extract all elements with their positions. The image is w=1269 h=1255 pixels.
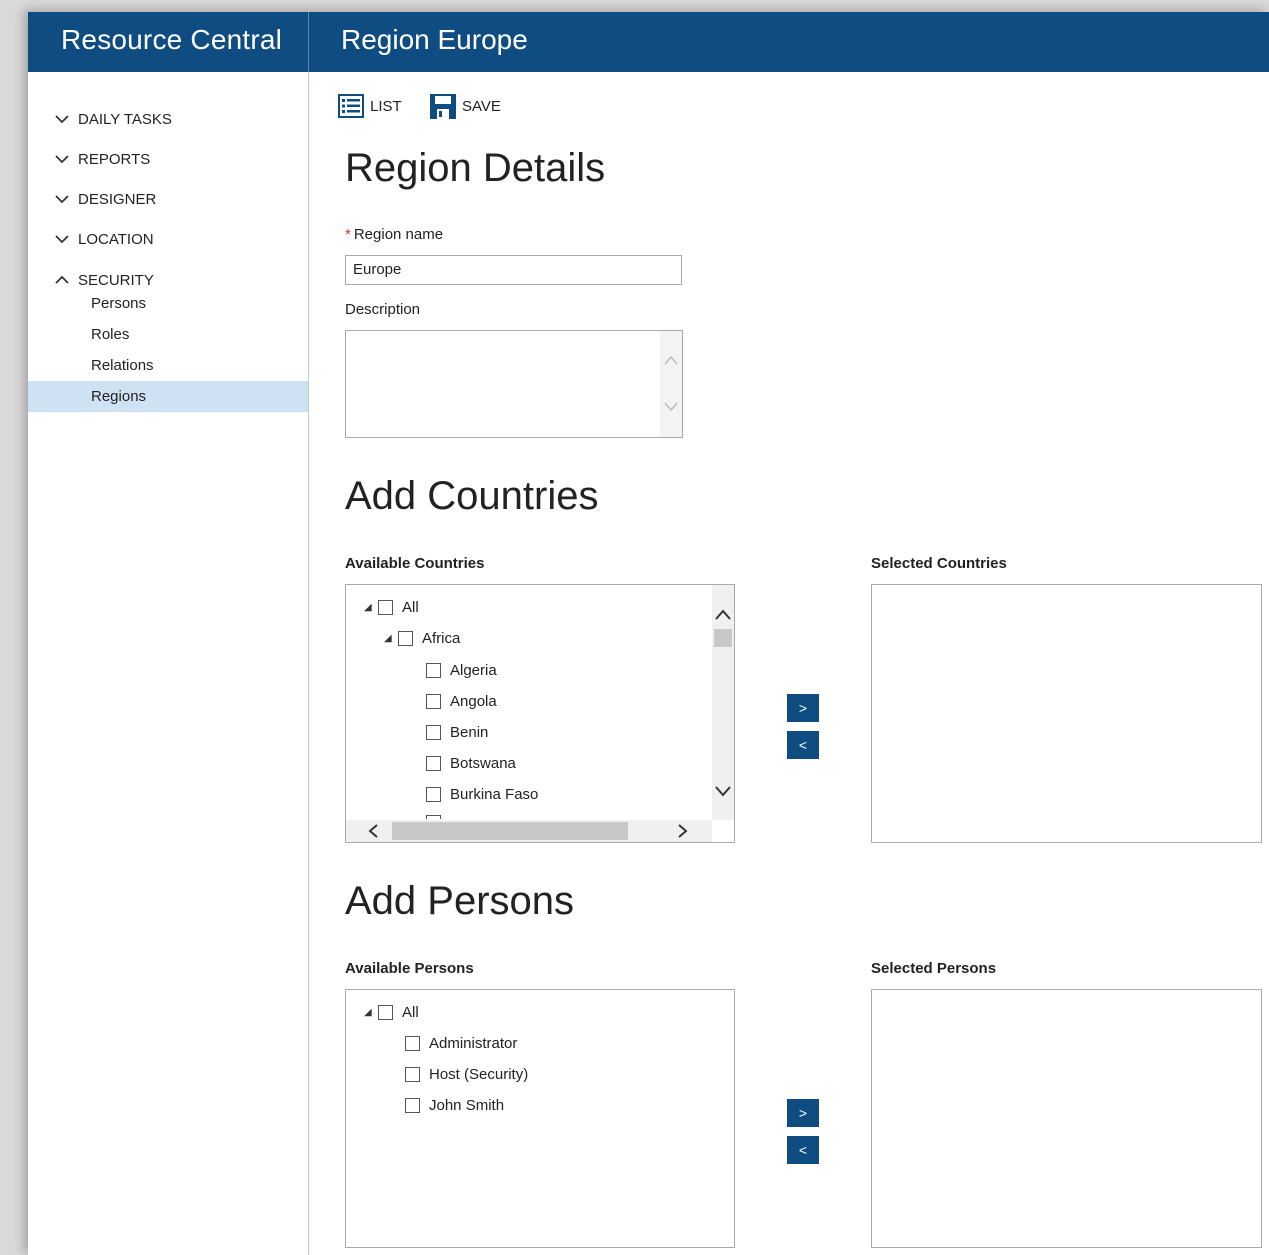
checkbox[interactable] [426, 786, 441, 802]
chevron-down-icon [55, 195, 69, 204]
selected-countries-label: Selected Countries [871, 555, 1007, 572]
sidebar-group-designer[interactable]: DESIGNER [55, 187, 156, 211]
tree-node-label: Africa [422, 629, 461, 647]
tree-node-all[interactable]: ◢ All [364, 1002, 419, 1022]
vertical-scrollbar[interactable] [712, 585, 734, 820]
tree-node-label: Burkina Faso [450, 785, 539, 803]
scrollbar-arrows [715, 609, 731, 797]
remove-country-button[interactable]: < [787, 731, 819, 759]
tree-node-label: Botswana [450, 754, 516, 772]
tree-node-person[interactable]: Administrator [405, 1033, 517, 1053]
sidebar-item-regions[interactable]: Regions [28, 381, 308, 412]
add-persons-heading: Add Persons [345, 879, 575, 923]
horizontal-scroll-thumb[interactable] [392, 822, 628, 840]
description-textarea[interactable] [345, 330, 683, 438]
chevron-down-icon [55, 155, 69, 164]
add-country-button[interactable]: > [787, 694, 819, 722]
checkbox[interactable] [378, 1004, 393, 1020]
sidebar-group-label: LOCATION [78, 230, 154, 248]
available-persons-label: Available Persons [345, 960, 474, 977]
sidebar-group-label: REPORTS [78, 150, 151, 168]
tree-node-label: Benin [450, 723, 489, 741]
region-name-label-text: Region name [353, 226, 444, 243]
selected-countries-list[interactable] [871, 584, 1262, 843]
selected-persons-list[interactable] [871, 989, 1262, 1248]
tree-node-country[interactable]: Botswana [426, 753, 516, 773]
checkbox[interactable] [426, 724, 441, 740]
horizontal-scrollbar[interactable] [346, 820, 712, 842]
tree-node-label: Algeria [450, 661, 497, 679]
tree-node-label: Administrator [429, 1034, 518, 1052]
sidebar-group-daily-tasks[interactable]: DAILY TASKS [55, 107, 172, 131]
tree-node-label: All [402, 1003, 419, 1021]
add-person-button[interactable]: > [787, 1099, 819, 1127]
checkbox[interactable] [405, 1097, 420, 1113]
available-persons-list[interactable]: ◢ All Administrator Host (Security) John… [345, 989, 735, 1248]
checkbox[interactable] [398, 630, 413, 646]
selected-persons-label: Selected Persons [871, 960, 997, 977]
tree-node-label: All [402, 598, 419, 616]
checkbox[interactable] [405, 1066, 420, 1082]
sidebar-item-roles[interactable]: Roles [28, 319, 308, 350]
tree-node-all[interactable]: ◢ All [364, 597, 419, 617]
tree-node-country[interactable]: Benin [426, 722, 488, 742]
region-name-label: * Region name [345, 226, 443, 243]
app-window: Resource Central Region Europe DAILY TAS… [28, 12, 1269, 1255]
tree-node-label: Angola [450, 692, 497, 710]
chevron-down-icon [55, 115, 69, 124]
description-scrollbar[interactable] [660, 331, 682, 437]
top-bar-divider [308, 12, 309, 72]
region-details-heading: Region Details [345, 146, 606, 190]
sidebar-group-label: SECURITY [78, 271, 154, 289]
checkbox[interactable] [378, 599, 393, 615]
description-label: Description [345, 301, 421, 318]
save-button[interactable]: SAVE [430, 94, 501, 119]
tree-node-person[interactable]: John Smith [405, 1095, 504, 1115]
checkbox[interactable] [405, 1035, 420, 1051]
sidebar-group-reports[interactable]: REPORTS [55, 147, 150, 171]
checkbox-partial [426, 815, 441, 819]
chevron-up-icon [55, 275, 69, 284]
remove-person-button[interactable]: < [787, 1136, 819, 1164]
tree-node-africa[interactable]: ◢ Africa [384, 628, 460, 648]
list-icon [338, 94, 364, 118]
save-icon [430, 94, 456, 119]
available-countries-list[interactable]: ◢ All ◢ Africa Algeria Angola Benin Bots… [345, 584, 735, 843]
tree-node-person[interactable]: Host (Security) [405, 1064, 528, 1084]
sidebar-group-label: DESIGNER [78, 190, 157, 208]
page-title: Region Europe [341, 24, 528, 55]
required-marker: * [345, 226, 351, 243]
top-bar: Resource Central Region Europe [28, 12, 1269, 72]
sidebar-group-label: DAILY TASKS [78, 110, 172, 128]
tree-expanded-icon[interactable]: ◢ [364, 602, 378, 613]
available-countries-label: Available Countries [345, 555, 485, 572]
list-button-label: LIST [370, 97, 402, 115]
scrollbar-arrows [664, 355, 678, 412]
tree-expanded-icon[interactable]: ◢ [384, 633, 398, 644]
checkbox[interactable] [426, 662, 441, 678]
list-button[interactable]: LIST [338, 94, 402, 118]
region-name-input[interactable]: Europe [345, 255, 682, 285]
tree-node-label: Host (Security) [429, 1065, 529, 1083]
checkbox[interactable] [426, 693, 441, 709]
app-title: Resource Central [61, 24, 283, 55]
tree-expanded-icon[interactable]: ◢ [364, 1007, 378, 1018]
add-countries-heading: Add Countries [345, 474, 599, 518]
tree-node-label: John Smith [429, 1096, 505, 1114]
sidebar-group-location[interactable]: LOCATION [55, 227, 154, 251]
save-button-label: SAVE [462, 98, 501, 115]
vertical-scroll-thumb[interactable] [714, 629, 732, 647]
sidebar-item-relations[interactable]: Relations [28, 350, 308, 381]
tree-node-country[interactable]: Angola [426, 691, 497, 711]
tree-node-country[interactable]: Algeria [426, 660, 497, 680]
sidebar-item-persons[interactable]: Persons [28, 288, 308, 319]
chevron-down-icon [55, 235, 69, 244]
tree-node-country[interactable]: Burkina Faso [426, 784, 538, 804]
sidebar: DAILY TASKS REPORTS DESIGNER LOCATION SE… [28, 72, 309, 1255]
checkbox[interactable] [426, 755, 441, 771]
